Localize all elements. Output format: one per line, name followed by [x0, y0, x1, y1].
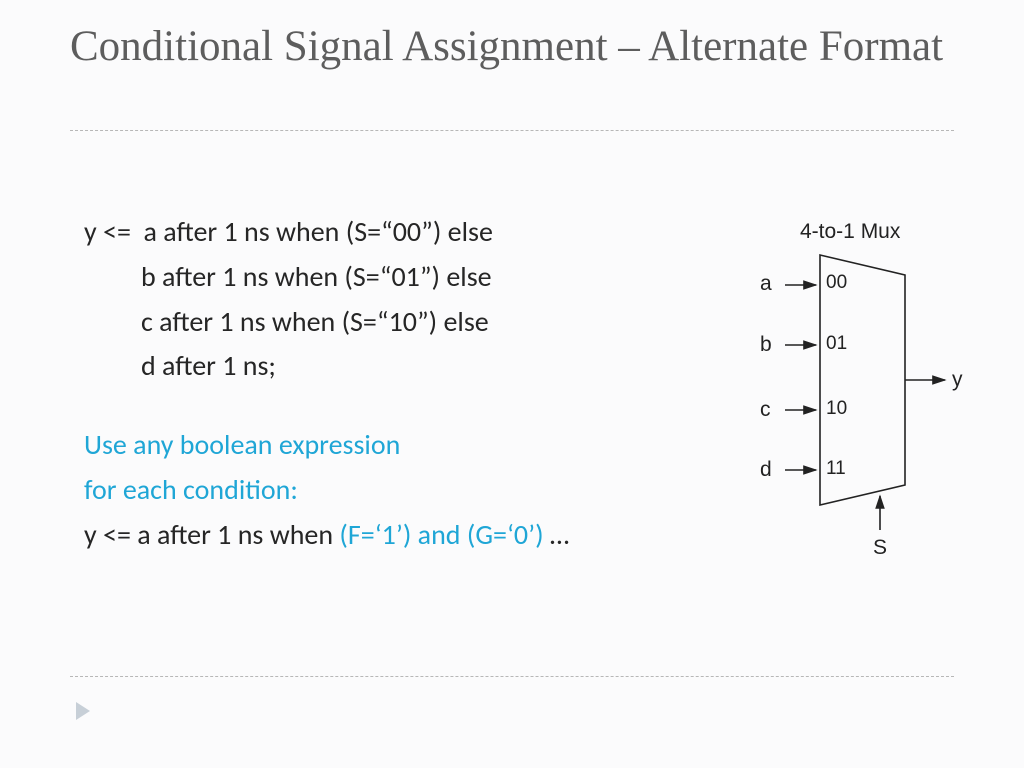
- body-text: y <= a after 1 ns when (S=“00”) else b a…: [84, 210, 704, 558]
- note-line-2: for each condition:: [84, 468, 704, 513]
- code-line-4: d after 1 ns;: [84, 344, 704, 389]
- mux-input-c: c: [760, 398, 771, 422]
- mux-port-01: 01: [826, 333, 847, 355]
- mux-diagram: 4-to-1 Mux a b c d 00 01 10 11: [730, 200, 990, 600]
- example-prefix: y <= a after 1 ns when: [84, 517, 339, 552]
- code-line-3: c after 1 ns when (S=“10”) else: [84, 300, 704, 345]
- mux-port-10: 10: [826, 398, 847, 420]
- slide-title: Conditional Signal Assignment – Alternat…: [70, 22, 950, 71]
- code-line-1: y <= a after 1 ns when (S=“00”) else: [84, 210, 704, 255]
- mux-input-a: a: [760, 272, 772, 296]
- mux-input-b: b: [760, 333, 772, 357]
- mux-port-00: 00: [826, 272, 847, 294]
- title-underline: [70, 130, 954, 131]
- mux-output-y: y: [952, 368, 963, 392]
- footer-bullet-icon: [76, 702, 90, 720]
- example-suffix: …: [544, 517, 570, 552]
- mux-select-s: S: [873, 536, 887, 560]
- code-line-2: b after 1 ns when (S=“01”) else: [84, 255, 704, 300]
- mux-port-11: 11: [826, 458, 846, 480]
- footer-rule: [70, 676, 954, 677]
- slide: Conditional Signal Assignment – Alternat…: [0, 0, 1024, 768]
- example-line: y <= a after 1 ns when (F=‘1’) and (G=‘0…: [84, 513, 704, 558]
- note-line-1: Use any boolean expression: [84, 423, 704, 468]
- mux-input-d: d: [760, 458, 772, 482]
- example-condition: (F=‘1’) and (G=‘0’): [339, 517, 543, 552]
